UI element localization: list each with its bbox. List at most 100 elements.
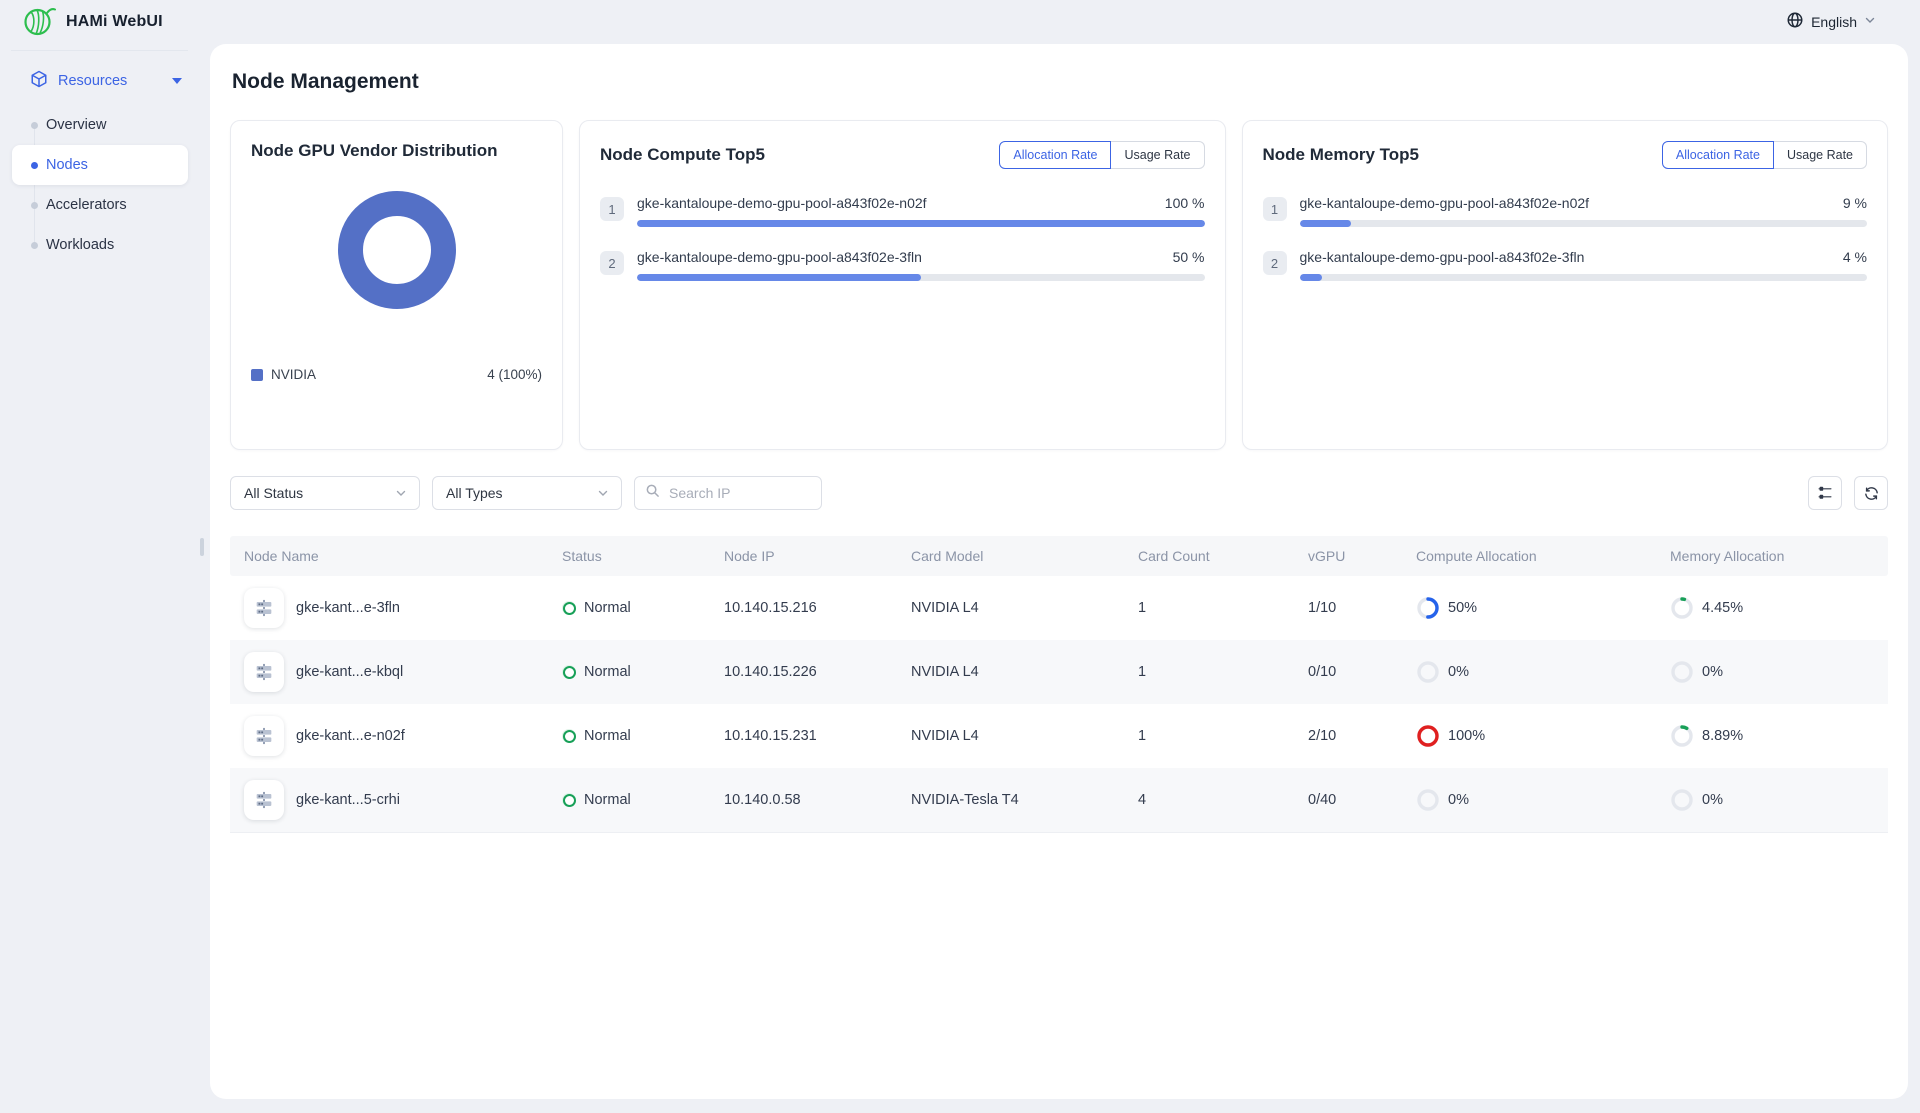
type-filter-value: All Types [446, 485, 503, 501]
percent-label: 4 % [1843, 249, 1867, 265]
page-title: Node Management [232, 70, 1888, 94]
sidebar-item-overview[interactable]: Overview [12, 105, 188, 145]
rate-toggle: Allocation RateUsage Rate [999, 141, 1204, 169]
sidebar-divider [11, 50, 188, 51]
legend-label: NVIDIA [271, 367, 316, 382]
memory-allocation: 8.89% [1670, 724, 1888, 748]
column-header: Card Model [911, 548, 1138, 564]
table-header: Node NameStatusNode IPCard ModelCard Cou… [230, 536, 1888, 576]
memory-top5-card: Node Memory Top5 Allocation RateUsage Ra… [1242, 120, 1889, 450]
sidebar-resize-handle[interactable] [200, 538, 204, 556]
card-model: NVIDIA-Tesla T4 [911, 792, 1138, 808]
sidebar-item-accelerators[interactable]: Accelerators [12, 185, 188, 225]
column-header: Card Count [1138, 548, 1308, 564]
main-panel: Node Management Node GPU Vendor Distribu… [210, 44, 1908, 1099]
usage-rate-button[interactable]: Usage Rate [1774, 141, 1867, 169]
sidebar-item-workloads[interactable]: Workloads [12, 225, 188, 265]
table-row[interactable]: gke-kant...e-kbql Normal 10.140.15.226 N… [230, 640, 1888, 704]
item-dot-icon [31, 202, 38, 209]
sidebar-item-label: Accelerators [46, 197, 127, 213]
memory-percent-label: 8.89% [1702, 728, 1743, 744]
allocation-rate-button[interactable]: Allocation Rate [999, 141, 1111, 169]
progress-ring [1670, 788, 1694, 812]
node-name: gke-kant...5-crhi [296, 792, 400, 808]
vgpu-value: 1/10 [1308, 600, 1416, 616]
rank-badge: 1 [1263, 197, 1287, 221]
node-ip: 10.140.15.216 [724, 600, 911, 616]
usage-rate-button[interactable]: Usage Rate [1111, 141, 1204, 169]
refresh-button[interactable] [1854, 476, 1888, 510]
sidebar-item-label: Workloads [46, 237, 114, 253]
progress-ring [1670, 596, 1694, 620]
node-name: gke-kantaloupe-demo-gpu-pool-a843f02e-n0… [637, 195, 927, 211]
server-icon [253, 661, 275, 683]
node-ip: 10.140.15.226 [724, 664, 911, 680]
status-ok-icon [562, 601, 576, 615]
nodes-table: Node NameStatusNode IPCard ModelCard Cou… [230, 536, 1888, 833]
columns-settings-button[interactable] [1808, 476, 1842, 510]
status-label: Normal [584, 728, 631, 744]
filter-bar: All Status All Types [230, 476, 1888, 510]
vgpu-value: 0/10 [1308, 664, 1416, 680]
card-count: 1 [1138, 664, 1308, 680]
node-name: gke-kant...e-n02f [296, 728, 405, 744]
chevron-down-icon [597, 487, 609, 499]
memory-percent-label: 0% [1702, 664, 1723, 680]
card-model: NVIDIA L4 [911, 600, 1138, 616]
progress-bar [637, 220, 1205, 227]
card-count: 4 [1138, 792, 1308, 808]
node-ip: 10.140.0.58 [724, 792, 911, 808]
search-ip-input[interactable] [667, 484, 811, 502]
status-filter-select[interactable]: All Status [230, 476, 420, 510]
top5-item: 2 gke-kantaloupe-demo-gpu-pool-a843f02e-… [1263, 249, 1868, 281]
status-ok-icon [562, 665, 576, 679]
status-label: Normal [584, 792, 631, 808]
card-count: 1 [1138, 728, 1308, 744]
card-title: Node GPU Vendor Distribution [251, 141, 542, 161]
server-icon [253, 789, 275, 811]
column-header: Node Name [244, 548, 562, 564]
status-ok-icon [562, 729, 576, 743]
progress-bar [637, 274, 1205, 281]
item-dot-icon [31, 242, 38, 249]
globe-icon [1786, 11, 1804, 34]
brand: HAMi WebUI [22, 3, 163, 42]
vendor-donut-chart [338, 191, 456, 309]
card-model: NVIDIA L4 [911, 728, 1138, 744]
legend-swatch [251, 369, 263, 381]
node-icon [244, 780, 284, 820]
progress-ring [1416, 660, 1440, 684]
node-name: gke-kantaloupe-demo-gpu-pool-a843f02e-n0… [1300, 195, 1590, 211]
compute-top5-card: Node Compute Top5 Allocation RateUsage R… [579, 120, 1226, 450]
column-header: Compute Allocation [1416, 548, 1670, 564]
status-ok-icon [562, 793, 576, 807]
column-header: Memory Allocation [1670, 548, 1888, 564]
progress-ring [1416, 596, 1440, 620]
top5-item: 1 gke-kantaloupe-demo-gpu-pool-a843f02e-… [600, 195, 1205, 227]
type-filter-select[interactable]: All Types [432, 476, 622, 510]
top-bar: HAMi WebUI English [0, 0, 1920, 44]
compute-allocation: 0% [1416, 788, 1670, 812]
memory-allocation: 4.45% [1670, 596, 1888, 620]
memory-allocation: 0% [1670, 788, 1888, 812]
progress-ring [1670, 660, 1694, 684]
progress-ring [1416, 788, 1440, 812]
table-row[interactable]: gke-kant...e-3fln Normal 10.140.15.216 N… [230, 576, 1888, 640]
sidebar-item-nodes[interactable]: Nodes [12, 145, 188, 185]
legend-value: 4 (100%) [487, 367, 542, 382]
sidebar-section-resources[interactable]: Resources [0, 63, 210, 99]
compute-percent-label: 50% [1448, 600, 1477, 616]
table-row[interactable]: gke-kant...e-n02f Normal 10.140.15.231 N… [230, 704, 1888, 768]
app-logo-icon [22, 3, 56, 42]
rate-toggle: Allocation RateUsage Rate [1662, 141, 1867, 169]
node-name: gke-kant...e-kbql [296, 664, 403, 680]
app-title: HAMi WebUI [66, 13, 163, 31]
item-dot-icon [31, 162, 38, 169]
language-selector[interactable]: English [1786, 11, 1876, 34]
chevron-down-icon [1864, 13, 1876, 31]
allocation-rate-button[interactable]: Allocation Rate [1662, 141, 1774, 169]
percent-label: 100 % [1165, 195, 1205, 211]
chevron-down-icon [395, 487, 407, 499]
column-header: Status [562, 548, 724, 564]
table-row[interactable]: gke-kant...5-crhi Normal 10.140.0.58 NVI… [230, 768, 1888, 832]
